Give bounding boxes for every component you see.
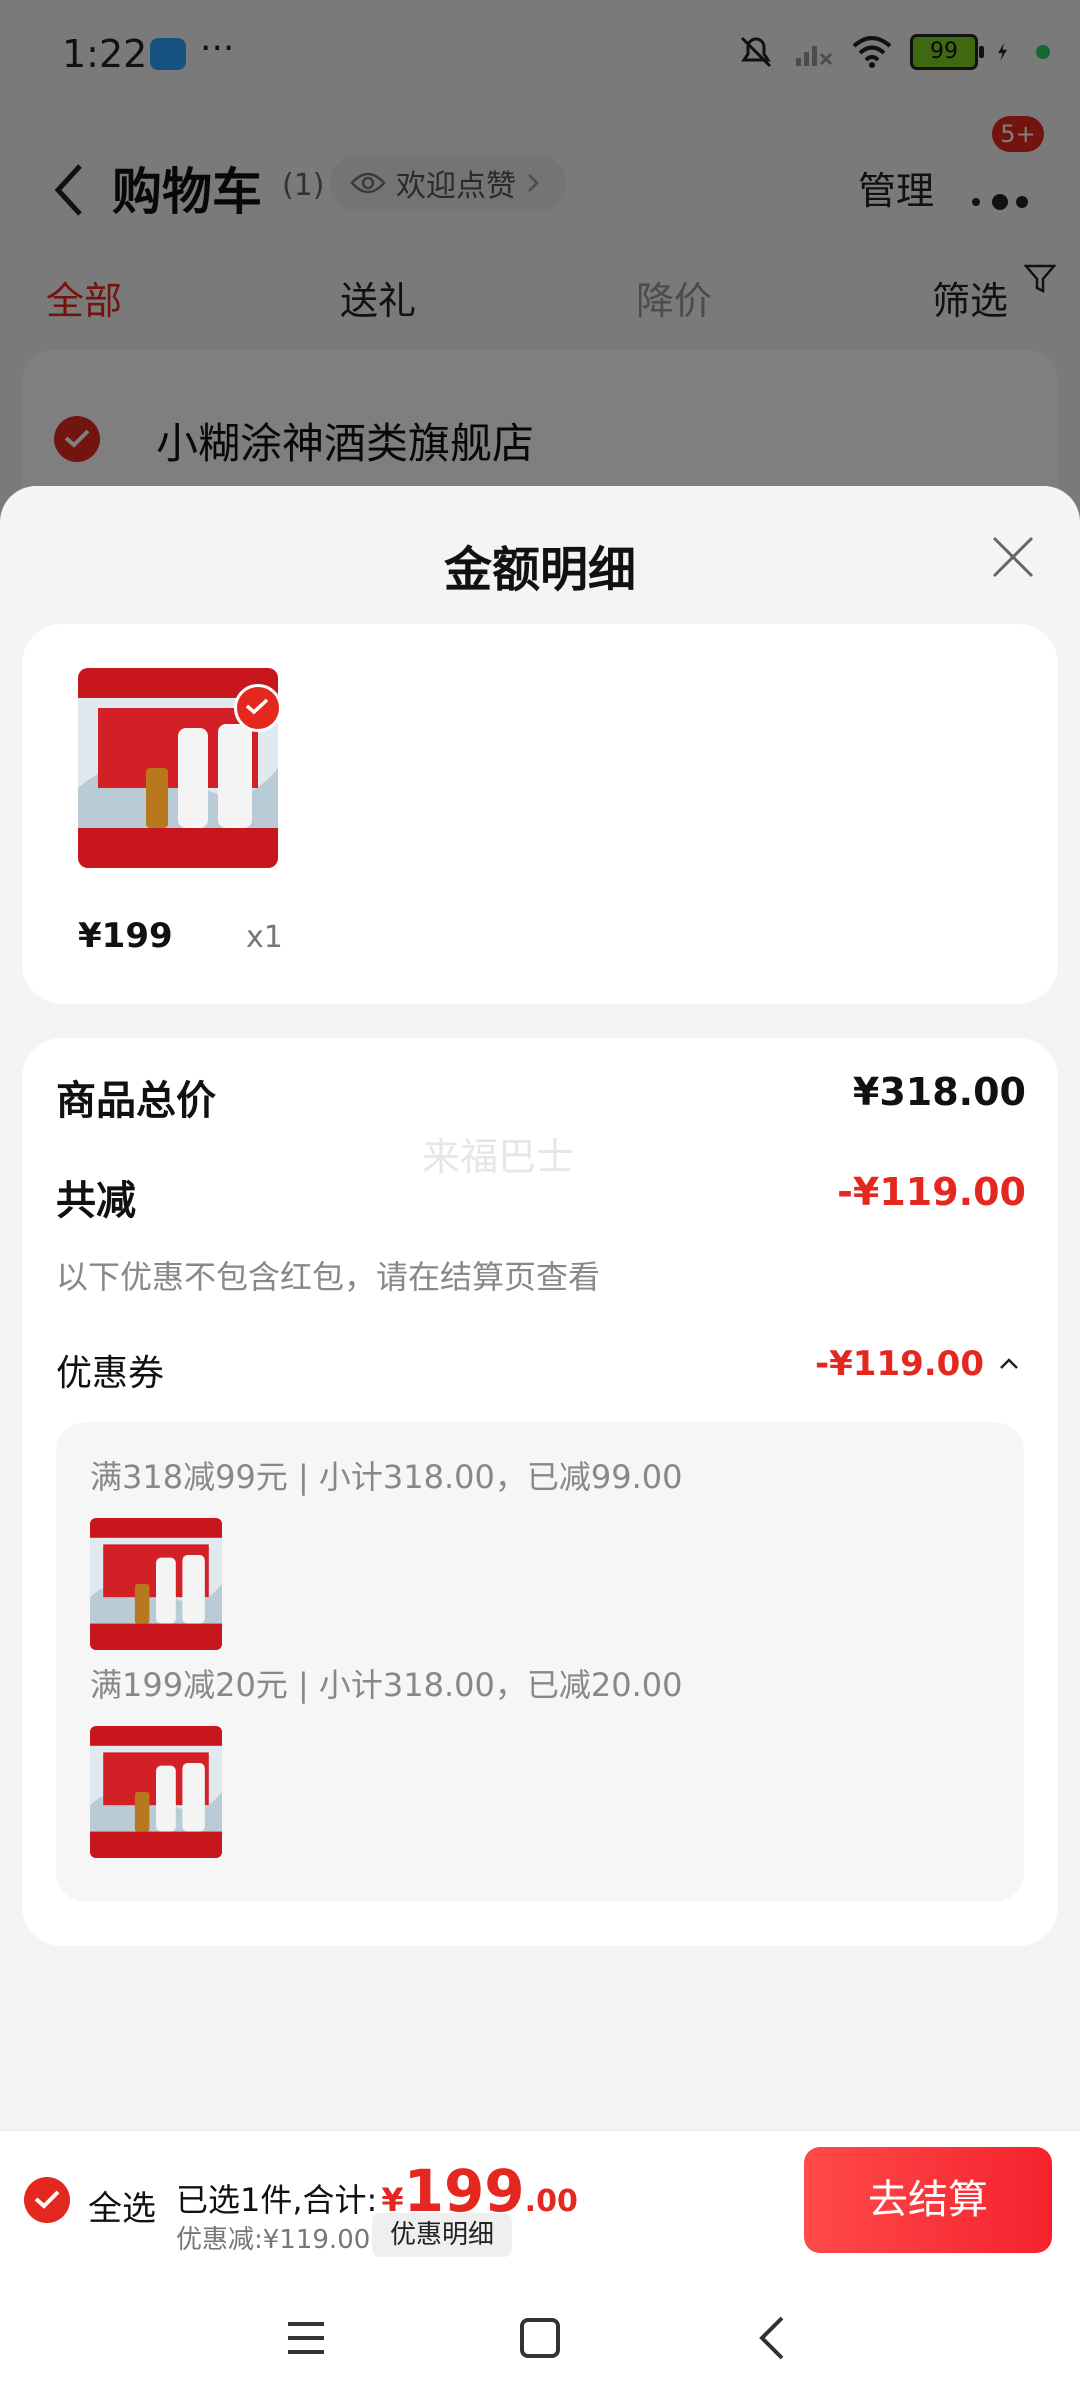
back-icon[interactable] — [744, 2308, 804, 2368]
item-check-icon[interactable] — [234, 684, 282, 732]
coupon-product-image — [90, 1518, 222, 1650]
select-all-label[interactable]: 全选 — [88, 2181, 156, 2230]
coupon-rule: 满318减99元 | 小计318.00，已减99.00 — [90, 1458, 683, 1496]
home-icon[interactable] — [510, 2308, 570, 2368]
total-price-label: 商品总价 — [56, 1078, 216, 1124]
item-quantity: x1 — [246, 920, 283, 955]
watermark-text: 来福巴士 — [422, 1135, 575, 1179]
sheet-title: 金额明细 — [443, 542, 636, 598]
amount-detail-sheet: 金额明细 ¥199 x1 商品总价 ¥318.00 来福巴士 共减 -¥119.… — [0, 486, 1080, 2130]
item-price: ¥199 — [78, 916, 173, 956]
select-all-check-icon[interactable] — [24, 2177, 70, 2223]
coupon-product-image — [90, 1726, 222, 1858]
discount-summary: 优惠减:¥119.00 — [176, 2225, 371, 2255]
total-decimal: .00 — [524, 2184, 578, 2219]
close-icon[interactable] — [990, 534, 1036, 580]
coupon-value: -¥119.00 — [815, 1344, 984, 1384]
system-nav-bar — [0, 2270, 1080, 2400]
discount-detail-button[interactable]: 优惠明细 — [372, 2213, 513, 2257]
discount-value: -¥119.00 — [837, 1170, 1026, 1214]
selected-items-card: ¥199 x1 — [22, 624, 1058, 1004]
checkout-bar: 全选 已选1件,合计: ¥ 199 .00 优惠减:¥119.00 优惠明细 去… — [0, 2130, 1080, 2271]
coupon-list: 满318减99元 | 小计318.00，已减99.00 满199减20元 | 小… — [56, 1422, 1024, 1902]
checkout-button[interactable]: 去结算 — [804, 2147, 1052, 2253]
total-price-value: ¥318.00 — [852, 1070, 1026, 1114]
coupon-rule: 满199减20元 | 小计318.00，已减20.00 — [90, 1666, 683, 1704]
discount-note: 以下优惠不包含红包，请在结算页查看 — [56, 1258, 601, 1296]
coupon-toggle[interactable]: -¥119.00 — [815, 1344, 1020, 1384]
price-breakdown-card: 商品总价 ¥318.00 来福巴士 共减 -¥119.00 以下优惠不包含红包，… — [22, 1038, 1058, 1946]
menu-icon[interactable] — [276, 2308, 336, 2368]
coupon-label: 优惠券 — [56, 1353, 165, 1394]
chevron-up-icon — [1000, 1358, 1018, 1369]
summary-prefix: 已选1件,合计: — [176, 2181, 378, 2219]
discount-label: 共减 — [56, 1178, 136, 1224]
